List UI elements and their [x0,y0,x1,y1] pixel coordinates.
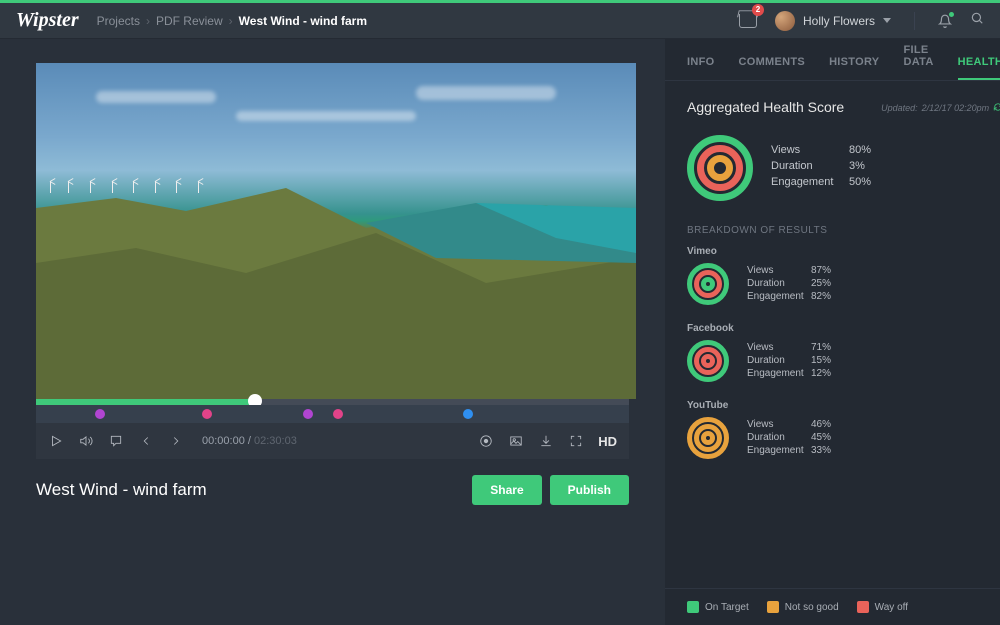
bell-icon[interactable] [938,14,952,28]
image-icon[interactable] [508,433,524,449]
user-name: Holly Flowers [803,14,875,28]
play-icon[interactable] [48,433,64,449]
panel-heading: Aggregated Health Score [687,99,844,115]
video-title: West Wind - wind farm [36,480,207,500]
side-panel: INFO COMMENTS HISTORY FILE DATA HEALTH Aggre… [665,39,1000,625]
aggregate-metrics: Views80% Duration3% Engagement50% [771,144,885,192]
breadcrumb-middle[interactable]: PDF Review [156,14,223,28]
inbox-icon[interactable]: 2 [739,14,757,28]
updated-timestamp: Updated: 2/12/17 02:20pm [881,102,1000,114]
breadcrumb-current: West Wind - wind farm [239,14,367,28]
platform-name: Vimeo [687,246,1000,257]
legend-item: Not so good [767,601,839,613]
fullscreen-icon[interactable] [568,433,584,449]
next-frame-icon[interactable] [168,433,184,449]
volume-icon[interactable] [78,433,94,449]
chevron-right-icon: › [229,14,233,28]
search-icon[interactable] [970,11,984,30]
video-panel: 00:00:00 / 02:30:03 HD West Wind - wind … [0,39,665,625]
publish-button[interactable]: Publish [550,475,629,505]
chevron-down-icon [883,18,891,23]
timecode: 00:00:00 / 02:30:03 [202,435,297,447]
marker-row[interactable] [36,405,629,423]
platform-donut [687,417,729,459]
tab-file-data[interactable]: FILE DATA [903,44,933,80]
platform-name: YouTube [687,400,1000,411]
platform-donut [687,263,729,305]
timeline-marker[interactable] [303,409,313,419]
timeline-marker[interactable] [95,409,105,419]
inbox-badge: 2 [752,4,764,16]
breadcrumb-root[interactable]: Projects [97,14,140,28]
tab-health[interactable]: HEALTH [958,56,1000,80]
tab-info[interactable]: INFO [687,56,714,80]
platform-row: Views46% Duration45% Engagement33% [687,417,1000,459]
avatar [775,11,795,31]
timeline-marker[interactable] [202,409,212,419]
header-bar: Wipster Projects › PDF Review › West Win… [0,3,1000,39]
tab-history[interactable]: HISTORY [829,56,879,80]
timeline-marker[interactable] [333,409,343,419]
refresh-icon[interactable] [993,102,1000,114]
timeline-marker[interactable] [463,409,473,419]
comment-icon[interactable] [108,433,124,449]
breakdown-label: BREAKDOWN OF RESULTS [687,225,1000,236]
user-menu[interactable]: Holly Flowers [775,11,891,31]
breadcrumb: Projects › PDF Review › West Wind - wind… [97,14,367,28]
prev-frame-icon[interactable] [138,433,154,449]
tabs: INFO COMMENTS HISTORY FILE DATA HEALTH [665,39,1000,81]
chevron-right-icon: › [146,14,150,28]
legend-item: On Target [687,601,749,613]
video-player[interactable] [36,63,636,399]
controls-bar: 00:00:00 / 02:30:03 HD [36,423,629,459]
brand-logo[interactable]: Wipster [16,9,79,32]
record-icon[interactable] [478,433,494,449]
platform-row: Views87% Duration25% Engagement82% [687,263,1000,305]
platform-donut [687,340,729,382]
aggregate-donut [687,135,753,201]
legend-item: Way off [857,601,908,613]
download-icon[interactable] [538,433,554,449]
platform-name: Facebook [687,323,1000,334]
hd-badge[interactable]: HD [598,434,617,449]
share-button[interactable]: Share [472,475,541,505]
notification-dot [949,12,954,17]
tab-comments[interactable]: COMMENTS [738,56,805,80]
legend: On Target Not so good Way off [665,588,1000,625]
platform-row: Views71% Duration15% Engagement12% [687,340,1000,382]
